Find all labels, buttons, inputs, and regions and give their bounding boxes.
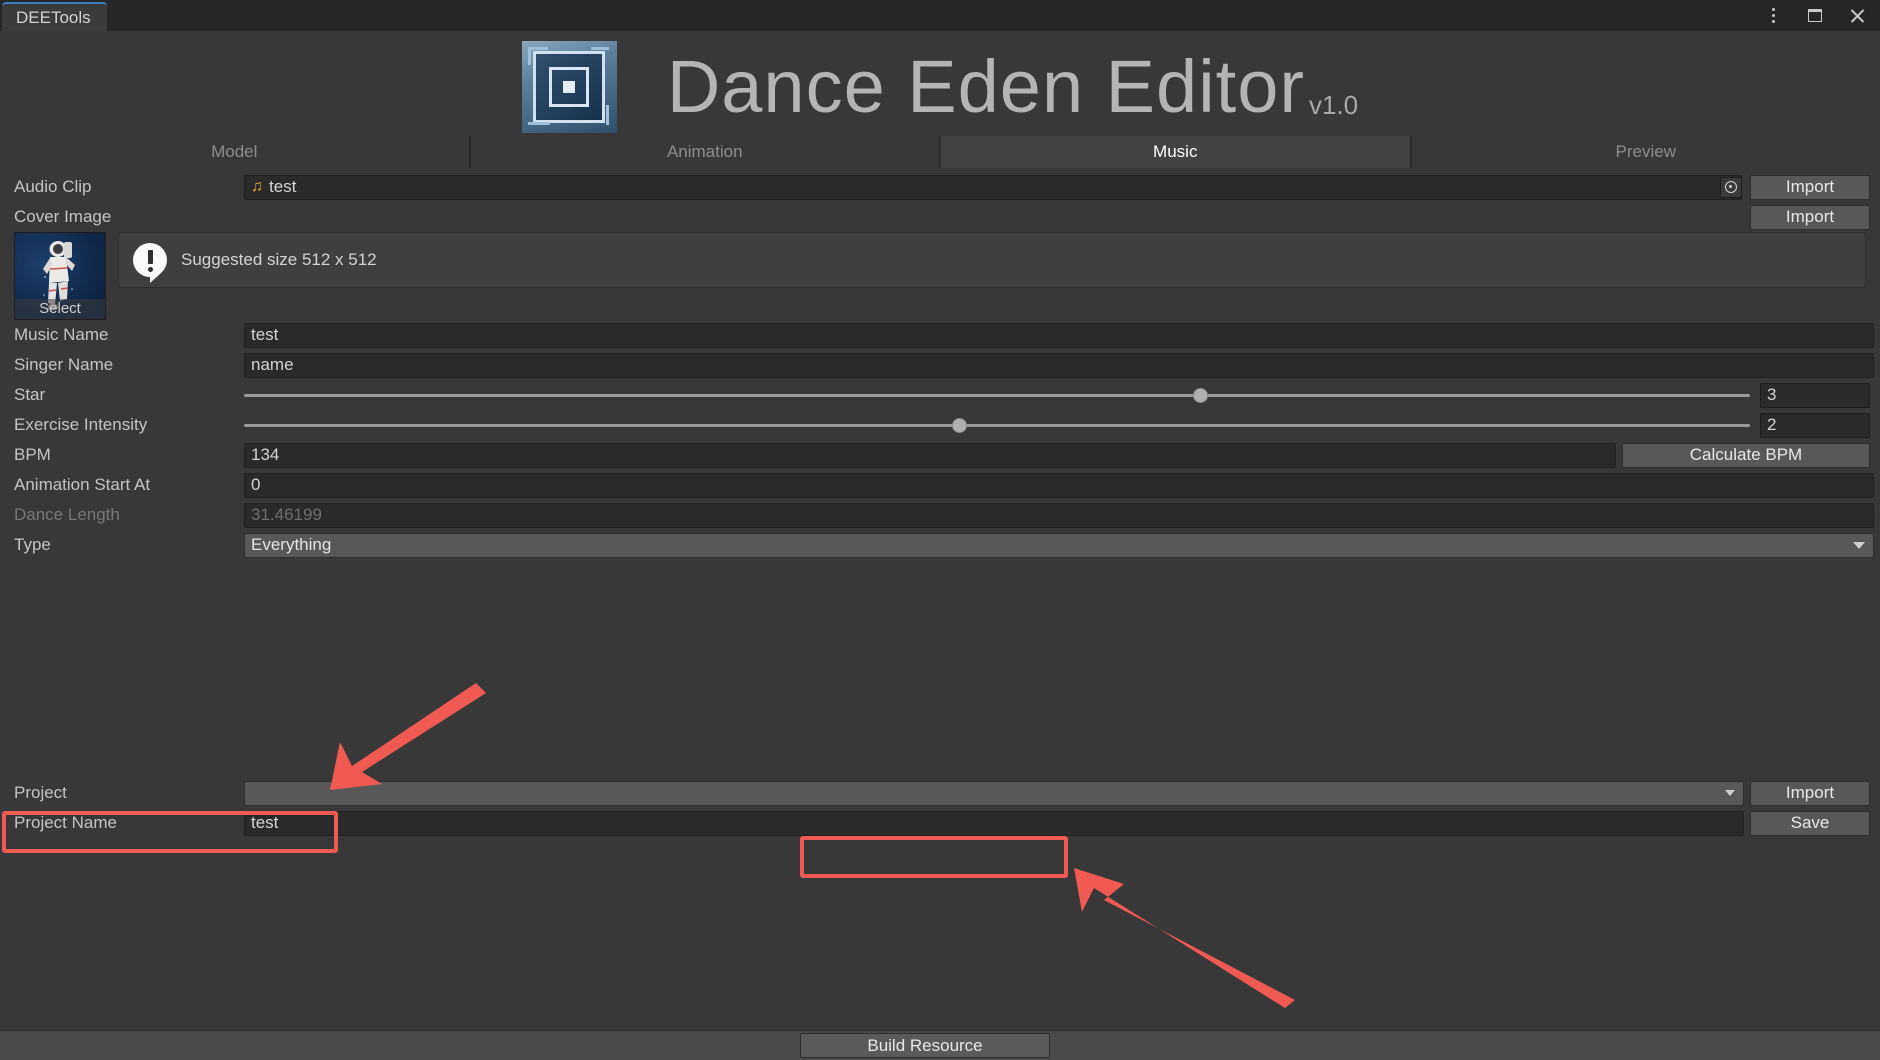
music-name-input[interactable]: test xyxy=(244,322,1874,348)
dance-length-value: 31.46199 xyxy=(251,505,322,524)
star-value-input[interactable]: 3 xyxy=(1760,382,1870,408)
warning-exclamation-icon xyxy=(133,243,167,283)
chevron-down-icon xyxy=(1725,790,1735,796)
exercise-intensity-value-input[interactable]: 2 xyxy=(1760,412,1870,438)
project-save-button[interactable]: Save xyxy=(1750,810,1870,836)
window-tab-label: DEETools xyxy=(16,7,91,27)
row-bpm: BPM 134 Calculate BPM xyxy=(0,440,1880,470)
star-value: 3 xyxy=(1767,385,1777,404)
music-note-icon: ♫ xyxy=(251,178,263,195)
row-star: Star 3 xyxy=(0,380,1880,410)
bpm-value: 134 xyxy=(251,445,280,464)
singer-name-value: name xyxy=(251,355,294,374)
exercise-intensity-slider-handle[interactable] xyxy=(951,417,967,433)
window-tab-deetools[interactable]: DEETools xyxy=(2,2,107,31)
exercise-intensity-slider-track xyxy=(244,423,1750,427)
build-strip: Build Resource xyxy=(0,1030,1880,1060)
calculate-bpm-button[interactable]: Calculate BPM xyxy=(1622,442,1870,468)
bpm-input[interactable]: 134 xyxy=(244,442,1616,468)
music-name-label: Music Name xyxy=(14,325,109,344)
bpm-label: BPM xyxy=(14,445,51,464)
music-form: Audio Clip ♫ test Import Cover Image Imp… xyxy=(0,172,1880,560)
row-cover-image: Cover Image Import xyxy=(0,202,1880,232)
highlight-project-name-row xyxy=(2,811,338,853)
dance-length-input: 31.46199 xyxy=(244,502,1874,528)
cover-image-info-box: Suggested size 512 x 512 xyxy=(118,232,1866,288)
type-dropdown[interactable]: Everything xyxy=(244,532,1874,558)
star-slider-handle[interactable] xyxy=(1192,387,1208,403)
tab-animation-label: Animation xyxy=(666,142,743,161)
exercise-intensity-value: 2 xyxy=(1767,415,1777,434)
project-name-input[interactable]: test xyxy=(244,810,1744,836)
animation-start-at-input[interactable]: 0 xyxy=(244,472,1874,498)
row-type: Type Everything xyxy=(0,530,1880,560)
type-label: Type xyxy=(14,535,51,554)
audio-clip-label: Audio Clip xyxy=(14,177,92,196)
title-bar: DEETools xyxy=(0,0,1880,31)
audio-clip-field[interactable]: ♫ test xyxy=(244,174,1742,200)
window-controls xyxy=(1760,0,1870,31)
dance-length-label: Dance Length xyxy=(14,505,120,524)
editor-window: DEETools Dance Eden Editor v1.0 Model An… xyxy=(0,0,1880,1060)
chevron-down-icon xyxy=(1853,541,1865,549)
close-icon[interactable] xyxy=(1844,3,1870,29)
tab-preview[interactable]: Preview xyxy=(1411,136,1880,168)
cover-image-label: Cover Image xyxy=(14,207,112,226)
highlight-build-resource-button xyxy=(800,836,1068,878)
star-slider-track xyxy=(244,393,1750,397)
row-audio-clip: Audio Clip ♫ test Import xyxy=(0,172,1880,202)
project-field[interactable] xyxy=(244,780,1744,806)
star-label: Star xyxy=(14,385,46,404)
cover-image-thumbnail[interactable]: Select xyxy=(14,232,106,320)
type-selected-value: Everything xyxy=(251,535,332,554)
cover-image-import-button[interactable]: Import xyxy=(1750,204,1870,230)
app-logo-icon xyxy=(521,41,617,133)
row-exercise-intensity: Exercise Intensity 2 xyxy=(0,410,1880,440)
build-resource-button[interactable]: Build Resource xyxy=(800,1033,1050,1058)
cover-image-info-text: Suggested size 512 x 512 xyxy=(181,250,377,269)
exercise-intensity-slider[interactable] xyxy=(244,413,1750,438)
audio-clip-import-button[interactable]: Import xyxy=(1750,174,1870,200)
tab-music[interactable]: Music xyxy=(941,136,1412,168)
cover-image-select-overlay[interactable]: Select xyxy=(15,299,105,319)
tab-model-label: Model xyxy=(211,142,258,161)
tab-preview-label: Preview xyxy=(1615,142,1676,161)
app-header: Dance Eden Editor v1.0 xyxy=(0,31,1880,143)
music-name-value: test xyxy=(251,325,279,344)
row-project: Project Import xyxy=(0,778,1880,808)
audio-clip-value: test xyxy=(269,177,297,196)
row-dance-length: Dance Length 31.46199 xyxy=(0,500,1880,530)
cover-image-block: Select Suggested size 512 x 512 xyxy=(0,232,1880,320)
project-label: Project xyxy=(14,783,67,802)
project-import-button[interactable]: Import xyxy=(1750,780,1870,806)
singer-name-label: Singer Name xyxy=(14,355,114,374)
animation-start-at-label: Animation Start At xyxy=(14,475,151,494)
annotation-arrow-to-project xyxy=(330,683,486,790)
row-singer-name: Singer Name name xyxy=(0,350,1880,380)
tab-music-label: Music xyxy=(1153,142,1198,161)
singer-name-input[interactable]: name xyxy=(244,352,1874,378)
row-animation-start-at: Animation Start At 0 xyxy=(0,470,1880,500)
more-options-icon[interactable] xyxy=(1760,3,1786,29)
page-title: Dance Eden Editor xyxy=(666,45,1305,128)
section-tabs: Model Animation Music Preview xyxy=(0,136,1880,168)
tab-model[interactable]: Model xyxy=(0,136,471,168)
tab-animation[interactable]: Animation xyxy=(470,136,941,168)
exercise-intensity-label: Exercise Intensity xyxy=(14,415,148,434)
row-music-name: Music Name test xyxy=(0,320,1880,350)
version-label: v1.0 xyxy=(1309,90,1359,120)
maximize-icon[interactable] xyxy=(1802,3,1828,29)
audio-clip-object-picker-icon[interactable] xyxy=(1720,176,1742,198)
animation-start-at-value: 0 xyxy=(251,475,261,494)
star-slider[interactable] xyxy=(244,383,1750,408)
